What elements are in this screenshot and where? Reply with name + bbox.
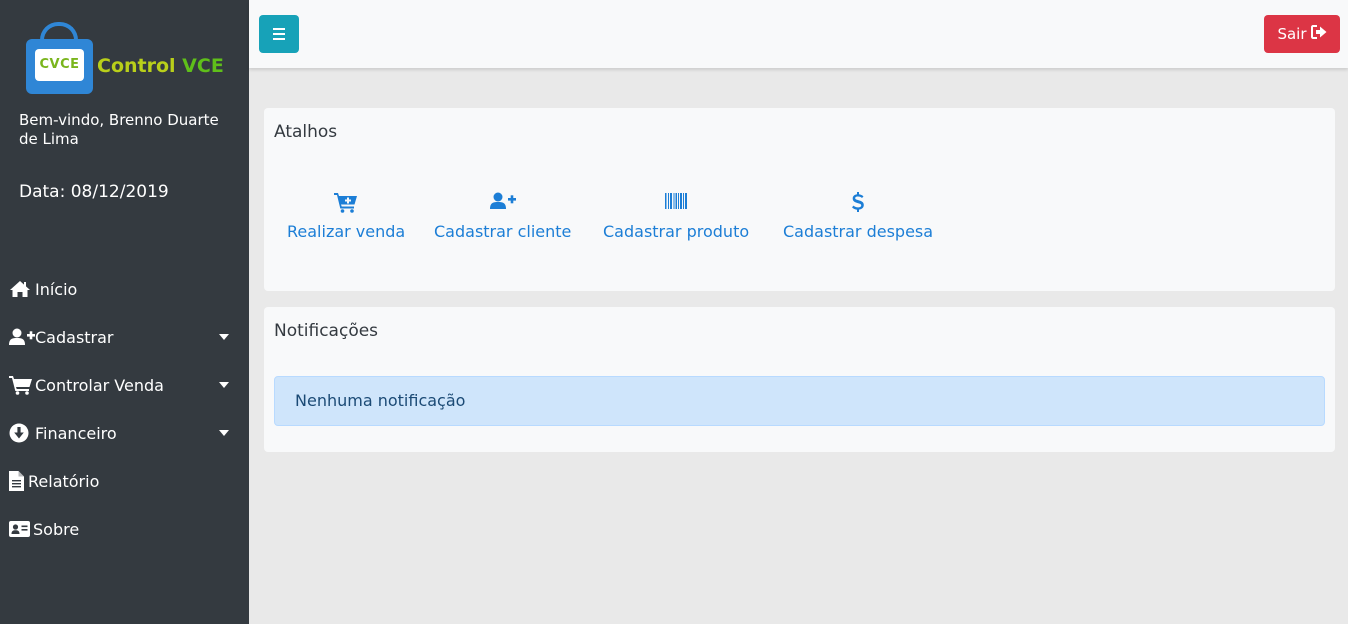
sidebar-item-label: Início [35,279,78,299]
sidebar-item-label: Financeiro [35,423,117,443]
shortcuts-title: Atalhos [274,122,338,142]
shortcut-cadastrar-despesa[interactable]: Cadastrar despesa [783,192,933,241]
user-plus-icon [9,326,35,348]
menu-icon-bar [273,28,285,30]
brand-name: Control VCE [97,55,224,77]
arrow-circle-down-icon [9,422,35,444]
brand-name-part2: VCE [182,55,224,77]
sidebar: CVCE Control VCE Bem-vindo, Brenno Duart… [0,0,249,624]
sidebar-item-label: Cadastrar [35,327,114,347]
sidebar-item-relatorio[interactable]: Relatório [0,461,249,501]
chevron-down-icon [219,334,229,340]
id-card-icon [9,518,33,540]
file-text-icon [9,470,28,492]
notifications-title: Notificações [274,321,379,341]
chevron-down-icon [219,430,229,436]
logout-label: Sair [1277,25,1307,43]
sidebar-item-inicio[interactable]: Início [0,269,249,309]
shortcut-realizar-venda[interactable]: Realizar venda [287,192,405,241]
sidebar-item-label: Controlar Venda [35,375,164,395]
shortcut-label: Cadastrar despesa [783,222,934,241]
sidebar-item-sobre[interactable]: Sobre [0,509,249,549]
dollar-icon [783,192,933,214]
top-navbar: Sair [249,0,1348,68]
brand-name-part1: Control [97,55,183,77]
sidebar-item-label: Relatório [28,471,100,491]
menu-icon-bar [273,38,285,40]
empty-notifications-alert: Nenhuma notificação [274,376,1325,426]
shortcut-label: Cadastrar cliente [434,222,572,241]
logout-button[interactable]: Sair [1264,15,1340,53]
shortcut-cadastrar-cliente[interactable]: Cadastrar cliente [434,192,571,241]
welcome-text: Bem-vindo, Brenno Duarte de Lima [19,111,219,148]
sidebar-toggle-button[interactable] [259,15,299,53]
home-icon [9,278,35,300]
shopping-bag-icon: CVCE [26,39,93,94]
barcode-icon [603,192,749,214]
cart-plus-icon [287,192,405,214]
brand-logo[interactable]: CVCE Control VCE [26,22,236,96]
sign-out-icon [1310,25,1327,43]
current-date: Data: 08/12/2019 [19,182,169,202]
user-plus-icon [434,192,571,214]
menu-icon-bar [273,33,285,35]
shortcut-label: Realizar venda [287,222,406,241]
cart-icon [9,374,35,396]
sidebar-item-controlar-venda[interactable]: Controlar Venda [0,365,249,405]
shortcuts-card: Atalhos Realizar venda Cadastrar cliente… [264,108,1335,291]
shortcut-label: Cadastrar produto [603,222,750,241]
sidebar-item-label: Sobre [33,519,80,539]
sidebar-item-cadastrar[interactable]: Cadastrar [0,317,249,357]
sidebar-item-financeiro[interactable]: Financeiro [0,413,249,453]
logo-badge: CVCE [35,49,84,81]
notifications-card: Notificações Nenhuma notificação [264,307,1335,452]
chevron-down-icon [219,382,229,388]
shortcut-cadastrar-produto[interactable]: Cadastrar produto [603,192,749,241]
